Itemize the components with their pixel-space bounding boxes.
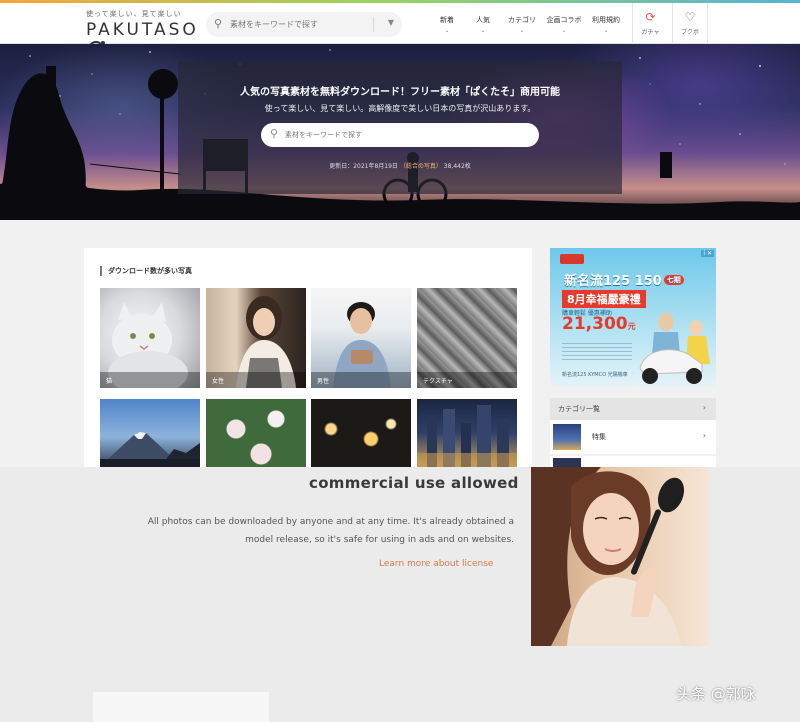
section-title: ダウンロード数が多い写真	[100, 266, 192, 276]
commercial-use-section: commercial use allowed All photos can be…	[0, 467, 800, 722]
ad-scooter-image	[639, 313, 710, 384]
category-list-header[interactable]: カテゴリ一覧 ›	[550, 398, 716, 420]
photo-thumbnail-cat[interactable]: 猫	[100, 288, 200, 388]
nav-label: カテゴリ	[508, 16, 536, 24]
city-photo	[417, 405, 517, 467]
header-search-input[interactable]	[228, 15, 368, 34]
nav-item-popular[interactable]: 人気 ⌄	[468, 3, 498, 44]
photo-thumbnail-flowers[interactable]	[206, 399, 306, 467]
category-label: 特集	[592, 433, 606, 441]
search-divider	[373, 17, 374, 32]
bottom-card	[93, 692, 269, 722]
category-list-title: カテゴリ一覧	[558, 405, 600, 413]
logo-tagline: 使って楽しい、見て楽しい	[86, 10, 182, 18]
main-nav: 新着 ⌄ 人気 ⌄ カテゴリ ⌄ 企画コラボ ⌄ 利用規約 ⌄	[432, 3, 630, 44]
search-icon: ⚲	[270, 127, 279, 140]
updated-count: 38,442枚	[443, 163, 471, 170]
ad-title-text: 新名流125 150	[564, 274, 662, 289]
photo-thumbnail-mountain[interactable]	[100, 399, 200, 467]
nav-label: 新着	[440, 16, 454, 24]
category-item-featured[interactable]: 特集 ›	[550, 420, 716, 454]
hero-title: 人気の写真素材を無料ダウンロード！フリー素材「ぱくたそ」商用可能	[240, 87, 560, 98]
gacha-button[interactable]: ⟳ ガチャ	[632, 3, 668, 44]
ad-title: 新名流125 150 七期	[564, 270, 684, 289]
chevron-down-icon: ⌄	[519, 27, 525, 34]
heart-icon: ♡	[684, 10, 696, 24]
nav-item-collab[interactable]: 企画コラボ ⌄	[546, 3, 582, 44]
hero-search-input[interactable]	[283, 126, 513, 144]
ad-footer: 新名流125 KYMCO 光陽機車	[562, 372, 628, 378]
nav-item-category[interactable]: カテゴリ ⌄	[504, 3, 540, 44]
chevron-down-icon: ⌄	[561, 27, 567, 34]
photo-thumbnail-man[interactable]: 男性	[311, 288, 411, 388]
category-thumbnail	[553, 458, 581, 467]
category-thumbnail	[553, 424, 581, 450]
chevron-right-icon: ›	[702, 431, 706, 440]
thumbnail-label: テクスチャ	[417, 372, 517, 388]
chevron-right-icon: ›	[702, 403, 706, 412]
model-photo	[531, 467, 709, 646]
photo-thumbnail-city[interactable]	[417, 399, 517, 467]
photo-thumbnail-night-lights[interactable]	[311, 399, 411, 467]
nav-label: 利用規約	[592, 16, 620, 24]
mountain-photo	[100, 432, 200, 467]
commercial-title: commercial use allowed	[309, 474, 519, 492]
updated-total-link[interactable]: （総合の写真）	[400, 163, 442, 170]
category-item-next[interactable]	[550, 456, 716, 467]
ad-title-tag: 七期	[663, 275, 684, 285]
thumbnail-label: 男性	[311, 372, 411, 388]
source-watermark: 头条 @郭咏	[676, 685, 756, 703]
popular-photos-card: ダウンロード数が多い写真 猫 女性 男性 テクスチャ	[84, 248, 532, 467]
model-illustration	[531, 467, 685, 646]
thumbnail-label: 猫	[100, 372, 200, 388]
ad-price: 21,300元	[562, 314, 636, 334]
hero-updated-info: 更新日：2021年8月19日 （総合の写真） 38,442枚	[178, 161, 622, 170]
search-filter-dropdown-icon[interactable]: ▼	[388, 18, 394, 27]
hero-subtitle: 使って楽しい、見て楽しい。高解像度で美しい日本の写真が沢山あります。	[264, 104, 536, 113]
chevron-down-icon: ⌄	[480, 27, 486, 34]
photo-thumbnail-woman[interactable]: 女性	[206, 288, 306, 388]
refresh-icon: ⟳	[645, 10, 656, 24]
nav-label: 企画コラボ	[546, 16, 582, 24]
hero-overlay-panel: 人気の写真素材を無料ダウンロード！フリー素材「ぱくたそ」商用可能 使って楽しい、…	[178, 61, 622, 194]
ad-fine-print	[562, 342, 632, 360]
search-icon: ⚲	[214, 17, 223, 30]
updated-date: 更新日：2021年8月19日	[329, 163, 398, 170]
chevron-down-icon: ⌄	[444, 27, 450, 34]
thumbnail-label: 女性	[206, 372, 306, 388]
nav-item-terms[interactable]: 利用規約 ⌄	[588, 3, 624, 44]
nav-item-new[interactable]: 新着 ⌄	[432, 3, 462, 44]
hero-banner: 人気の写真素材を無料ダウンロード！フリー素材「ぱくたそ」商用可能 使って楽しい、…	[0, 44, 800, 220]
header-search: ⚲ ▼	[206, 12, 402, 37]
ad-price-value: 21,300	[562, 314, 628, 334]
favorites-label: ブクボ	[680, 29, 699, 36]
gacha-label: ガチャ	[641, 29, 660, 36]
ad-brand-logo	[560, 254, 584, 264]
chevron-down-icon: ⌄	[603, 27, 609, 34]
commercial-description: All photos can be downloaded by anyone a…	[147, 517, 514, 545]
advertisement-banner[interactable]: i ✕ 新名流125 150 七期 8月幸福嚴豪禮 購車輕鬆 優惠補助 21,30…	[550, 248, 716, 386]
ad-choices-badge[interactable]: i ✕	[701, 250, 714, 257]
favorites-button[interactable]: ♡ ブクボ	[672, 3, 708, 44]
logo-text: PAKUTASO	[86, 20, 199, 40]
license-link[interactable]: Learn more about license	[379, 559, 493, 569]
hero-search: ⚲	[261, 123, 539, 147]
photo-thumbnail-texture[interactable]: テクスチャ	[417, 288, 517, 388]
nav-label: 人気	[476, 16, 490, 24]
ad-promo-month: 8月幸福嚴豪禮	[562, 290, 646, 308]
